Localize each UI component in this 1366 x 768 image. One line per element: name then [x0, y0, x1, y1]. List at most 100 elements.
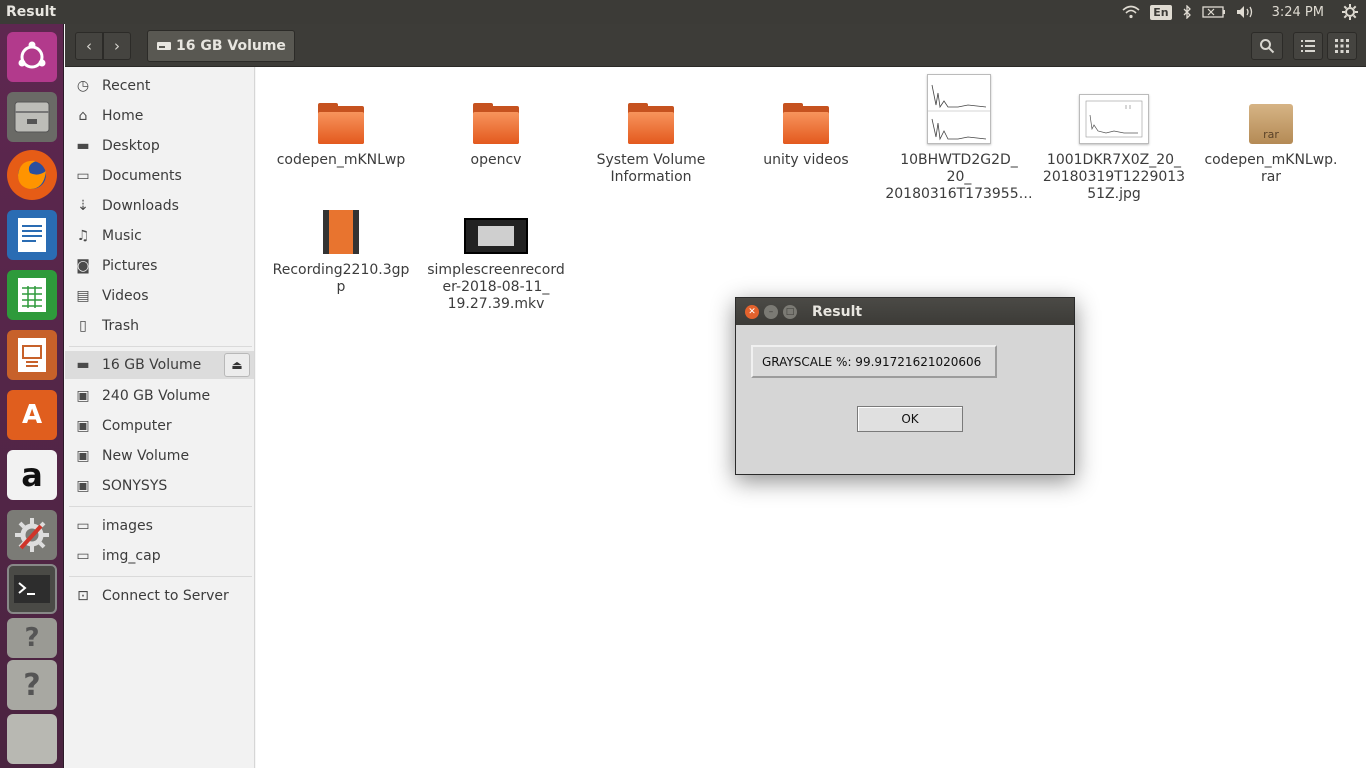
- search-icon: [1260, 39, 1275, 54]
- sidebar-item-pictures[interactable]: ◙ Pictures: [65, 252, 254, 280]
- wifi-icon[interactable]: [1122, 5, 1140, 19]
- path-bar-label: 16 GB Volume: [176, 38, 286, 54]
- volume-icon[interactable]: [1236, 5, 1256, 19]
- clock[interactable]: 3:24 PM: [1272, 5, 1324, 20]
- unknown-app-icon[interactable]: ?: [7, 618, 57, 658]
- file-item-image[interactable]: 1001DKR7X0Z_20_ 20180319T1229013 51Z.jpg: [1039, 72, 1189, 203]
- back-button[interactable]: ‹: [75, 32, 103, 60]
- result-dialog: ✕ – □ Result GRAYSCALE %: 99.91721621020…: [735, 297, 1075, 475]
- sidebar-item-new-volume[interactable]: ▣ New Volume: [65, 442, 254, 470]
- drive-icon: ▣: [76, 478, 90, 494]
- dialog-titlebar[interactable]: ✕ – □ Result: [736, 298, 1074, 325]
- close-icon[interactable]: ✕: [745, 304, 759, 319]
- music-icon: ♫: [76, 228, 90, 244]
- sidebar-item-desktop[interactable]: ▬ Desktop: [65, 132, 254, 160]
- file-item-archive[interactable]: rar codepen_mKNLwp. rar: [1196, 72, 1346, 186]
- file-name: codepen_mKNLwp: [276, 152, 406, 168]
- drive-icon: [157, 42, 171, 50]
- sidebar-item-label: 16 GB Volume: [102, 357, 202, 373]
- gear-icon[interactable]: [1342, 4, 1358, 20]
- chevron-right-icon: ›: [114, 37, 120, 55]
- sidebar-item-16gb-volume[interactable]: ▬ 16 GB Volume ⏏: [65, 351, 254, 379]
- files-icon[interactable]: [7, 92, 57, 142]
- software-center-icon[interactable]: A: [7, 390, 57, 440]
- ubuntu-dash-icon[interactable]: [7, 32, 57, 82]
- file-item-video[interactable]: simplescreenrecord er-2018-08-11_ 19.27.…: [421, 182, 571, 313]
- home-icon: ⌂: [78, 108, 88, 124]
- sidebar-item-label: Trash: [102, 318, 139, 334]
- sidebar-item-img-cap[interactable]: ▭ img_cap: [65, 542, 254, 570]
- trash-drives-icon[interactable]: [7, 714, 57, 764]
- sidebar-item-home[interactable]: ⌂ Home: [65, 102, 254, 130]
- sidebar-item-240gb-volume[interactable]: ▣ 240 GB Volume: [65, 382, 254, 410]
- grayscale-result-label: GRAYSCALE %: 99.91721621020606: [751, 345, 997, 378]
- file-item-folder[interactable]: codepen_mKNLwp: [266, 72, 416, 169]
- keyboard-layout-indicator[interactable]: En: [1150, 4, 1172, 20]
- header-bar: ‹ › 16 GB Volume: [65, 24, 1366, 67]
- sidebar-separator: [69, 506, 252, 507]
- sidebar-item-downloads[interactable]: ⇣ Downloads: [65, 192, 254, 220]
- path-bar-button[interactable]: 16 GB Volume: [147, 30, 295, 62]
- document-icon: ▭: [76, 168, 90, 184]
- sidebar-item-label: Pictures: [102, 258, 158, 274]
- firefox-icon[interactable]: [7, 150, 57, 200]
- app-title: Result: [6, 4, 57, 20]
- sidebar-item-music[interactable]: ♫ Music: [65, 222, 254, 250]
- unknown-app-icon[interactable]: ?: [7, 660, 57, 710]
- file-item-image[interactable]: 10BHWTD2G2D_ 20_ 20180316T173955…: [884, 72, 1034, 203]
- view-options-button[interactable]: [1327, 32, 1357, 60]
- file-item-folder[interactable]: opencv: [421, 72, 571, 169]
- clock-icon: ◷: [76, 78, 90, 94]
- file-name: 10BHWTD2G2D_ 20_ 20180316T173955…: [885, 152, 1033, 202]
- libreoffice-calc-icon[interactable]: [7, 270, 57, 320]
- file-name: opencv: [470, 152, 522, 168]
- file-name: System Volume Information: [596, 152, 706, 185]
- download-icon: ⇣: [77, 198, 89, 214]
- folder-icon: [473, 72, 519, 144]
- maximize-icon[interactable]: □: [783, 304, 797, 319]
- system-settings-icon[interactable]: [7, 510, 57, 560]
- battery-icon[interactable]: [1201, 6, 1226, 18]
- folder-icon: ▭: [76, 548, 90, 564]
- sidebar-item-documents[interactable]: ▭ Documents: [65, 162, 254, 190]
- eject-icon[interactable]: ⏏: [224, 353, 250, 377]
- film-icon: ▤: [76, 288, 90, 304]
- amazon-icon[interactable]: a: [7, 450, 57, 500]
- sidebar-item-trash[interactable]: ▯ Trash: [65, 312, 254, 340]
- top-panel: Result En 3:24 PM: [0, 0, 1366, 24]
- bluetooth-icon[interactable]: [1182, 5, 1192, 19]
- sidebar-item-label: New Volume: [102, 448, 190, 464]
- sidebar-item-label: Connect to Server: [102, 588, 229, 604]
- sidebar-item-sonysys[interactable]: ▣ SONYSYS: [65, 472, 254, 500]
- sidebar-item-label: Computer: [102, 418, 172, 434]
- forward-button[interactable]: ›: [103, 32, 131, 60]
- file-name: Recording2210.3gp p: [272, 262, 410, 295]
- launcher: A a ? ?: [0, 24, 64, 768]
- sidebar-item-videos[interactable]: ▤ Videos: [65, 282, 254, 310]
- sidebar-item-label: Home: [102, 108, 144, 124]
- folder-icon: [783, 72, 829, 144]
- libreoffice-impress-icon[interactable]: [7, 330, 57, 380]
- trash-icon: ▯: [79, 318, 87, 334]
- video-file-icon: [323, 182, 359, 254]
- rar-archive-icon: rar: [1249, 72, 1293, 144]
- file-item-video[interactable]: Recording2210.3gp p: [266, 182, 416, 296]
- search-button[interactable]: [1251, 32, 1283, 60]
- sidebar-item-connect-to-server[interactable]: ⊡ Connect to Server: [65, 582, 254, 610]
- file-item-folder[interactable]: System Volume Information: [576, 72, 726, 186]
- terminal-icon[interactable]: [7, 564, 57, 614]
- folder-icon: [318, 72, 364, 144]
- drive-icon: ▬: [76, 357, 90, 373]
- sidebar-item-images[interactable]: ▭ images: [65, 512, 254, 540]
- sidebar-item-label: Recent: [102, 78, 151, 94]
- file-item-folder[interactable]: unity videos: [731, 72, 881, 169]
- libreoffice-writer-icon[interactable]: [7, 210, 57, 260]
- sidebar-item-recent[interactable]: ◷ Recent: [65, 72, 254, 100]
- drive-icon: ▣: [76, 418, 90, 434]
- software-center-glyph: A: [21, 400, 43, 430]
- sidebar-item-label: SONYSYS: [102, 478, 168, 494]
- sidebar-item-computer[interactable]: ▣ Computer: [65, 412, 254, 440]
- ok-button[interactable]: OK: [857, 406, 963, 432]
- minimize-icon[interactable]: –: [764, 304, 778, 319]
- list-view-button[interactable]: [1293, 32, 1323, 60]
